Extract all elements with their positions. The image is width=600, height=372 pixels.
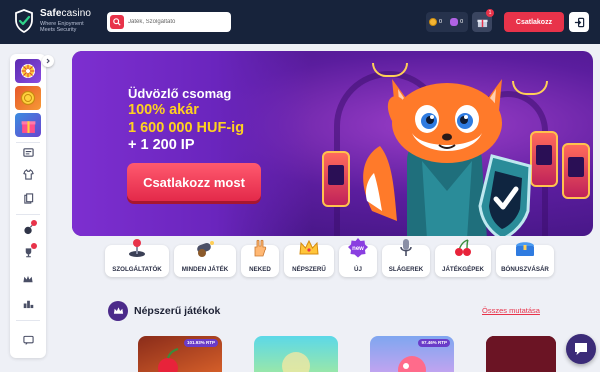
coin-icon	[429, 18, 437, 26]
coin-balance: 0	[439, 19, 443, 25]
sidebar-item-tournaments[interactable]	[22, 146, 34, 158]
game-tile[interactable]: 97.46% RTP	[370, 336, 454, 372]
fox-mascot-image	[363, 79, 532, 236]
crown-icon	[23, 275, 33, 282]
wallet-balance[interactable]: 0 0	[426, 12, 468, 32]
sidebar-divider	[16, 214, 40, 215]
treasure-chest-icon	[514, 237, 536, 259]
joystick-icon	[126, 237, 148, 259]
logo-tagline: Where Enjoyment Meets Security	[40, 21, 84, 34]
sign-in-icon-button[interactable]	[569, 12, 589, 32]
search-icon[interactable]	[110, 15, 124, 29]
gift-box-icon	[21, 120, 35, 133]
gift-badge: 1	[486, 9, 494, 17]
crown-icon	[108, 301, 128, 321]
notification-badge	[31, 220, 37, 226]
sidebar-wheel-promo[interactable]	[15, 59, 41, 83]
tournament-icon	[22, 147, 34, 157]
ranking-icon	[23, 300, 33, 308]
slot-machine-decoration	[322, 151, 350, 207]
sidebar-item-vip[interactable]	[22, 273, 34, 285]
cannon-icon	[194, 237, 216, 259]
chat-icon	[22, 335, 34, 345]
sidebar-divider	[16, 320, 40, 321]
search-input[interactable]	[128, 19, 224, 25]
popular-games-header: Népszerű játékok	[108, 301, 220, 321]
document-icon	[23, 192, 33, 204]
sign-in-icon	[574, 17, 584, 27]
microphone-icon	[395, 237, 417, 259]
sidebar-gift-promo[interactable]	[15, 113, 41, 137]
category-popular[interactable]: NÉPSZERŰ	[284, 239, 334, 277]
points-icon	[450, 18, 459, 26]
category-slots[interactable]: JÁTÉKGÉPEK	[435, 239, 491, 277]
join-now-button[interactable]: Csatlakozz most	[127, 163, 261, 201]
category-all-games[interactable]: MINDEN JÁTÉK	[174, 241, 236, 277]
cherry-icon	[452, 237, 474, 259]
rtp-badge: 101.93% RTP	[183, 339, 218, 347]
sidebar-item-chat[interactable]	[22, 334, 34, 346]
category-new[interactable]: new ÚJ	[339, 238, 377, 277]
chat-icon	[575, 343, 587, 355]
game-thumbnail-image	[486, 336, 556, 372]
logo[interactable]: Safecasino Where Enjoyment Meets Security	[14, 9, 91, 34]
section-title: Népszerű játékok	[134, 305, 221, 317]
banner-headline: Üdvözlő csomag 100% akár 1 600 000 HUF-i…	[128, 86, 245, 154]
game-tile[interactable]: 101.93% RTP	[138, 336, 222, 372]
game-thumbnail-image	[282, 352, 310, 372]
sidebar-item-leaderboard[interactable]	[22, 243, 37, 258]
sidebar-item-ranking[interactable]	[22, 297, 34, 309]
rtp-badge: 97.46% RTP	[418, 339, 450, 347]
game-tile[interactable]	[486, 336, 556, 372]
sidebar-item-documents[interactable]	[22, 192, 34, 204]
gift-button[interactable]: 1	[472, 9, 494, 32]
category-for-you[interactable]: NEKED	[241, 239, 279, 277]
wheel-icon	[21, 64, 35, 78]
sidebar-collapse-button[interactable]	[42, 55, 54, 67]
sidebar-item-bomb[interactable]	[22, 220, 37, 235]
hand-icon	[249, 237, 271, 259]
game-tile[interactable]	[254, 336, 338, 372]
top-header: Safecasino Where Enjoyment Meets Security…	[0, 0, 600, 44]
logo-name: Safecasino	[40, 8, 92, 19]
category-bonus-shop[interactable]: BÓNUSZVÁSÁR	[496, 242, 554, 277]
slot-machine-decoration	[562, 143, 590, 199]
crown-icon	[298, 237, 320, 259]
sidebar	[10, 54, 46, 358]
gift-icon	[476, 19, 488, 27]
notification-badge	[31, 243, 37, 249]
shirt-icon	[22, 168, 34, 180]
live-chat-button[interactable]	[566, 334, 596, 364]
login-button[interactable]: Csatlakozz	[504, 12, 564, 32]
see-all-link[interactable]: Összes mutatása	[482, 306, 540, 315]
svg-text:new: new	[352, 246, 364, 252]
new-badge-icon: new	[347, 237, 369, 259]
search-bar[interactable]	[107, 12, 231, 32]
category-providers[interactable]: SZOLGÁLTATÓK	[105, 239, 169, 277]
category-hits[interactable]: SLÁGEREK	[382, 239, 430, 277]
sidebar-coin-promo[interactable]	[15, 86, 41, 110]
shield-logo-icon	[15, 9, 33, 34]
sidebar-divider	[16, 142, 40, 143]
coin-icon	[20, 90, 36, 106]
points-balance: 0	[460, 19, 464, 25]
welcome-banner[interactable]: Üdvözlő csomag 100% akár 1 600 000 HUF-i…	[72, 51, 593, 236]
sidebar-item-sports[interactable]	[22, 168, 34, 180]
chevron-right-icon	[46, 58, 50, 64]
